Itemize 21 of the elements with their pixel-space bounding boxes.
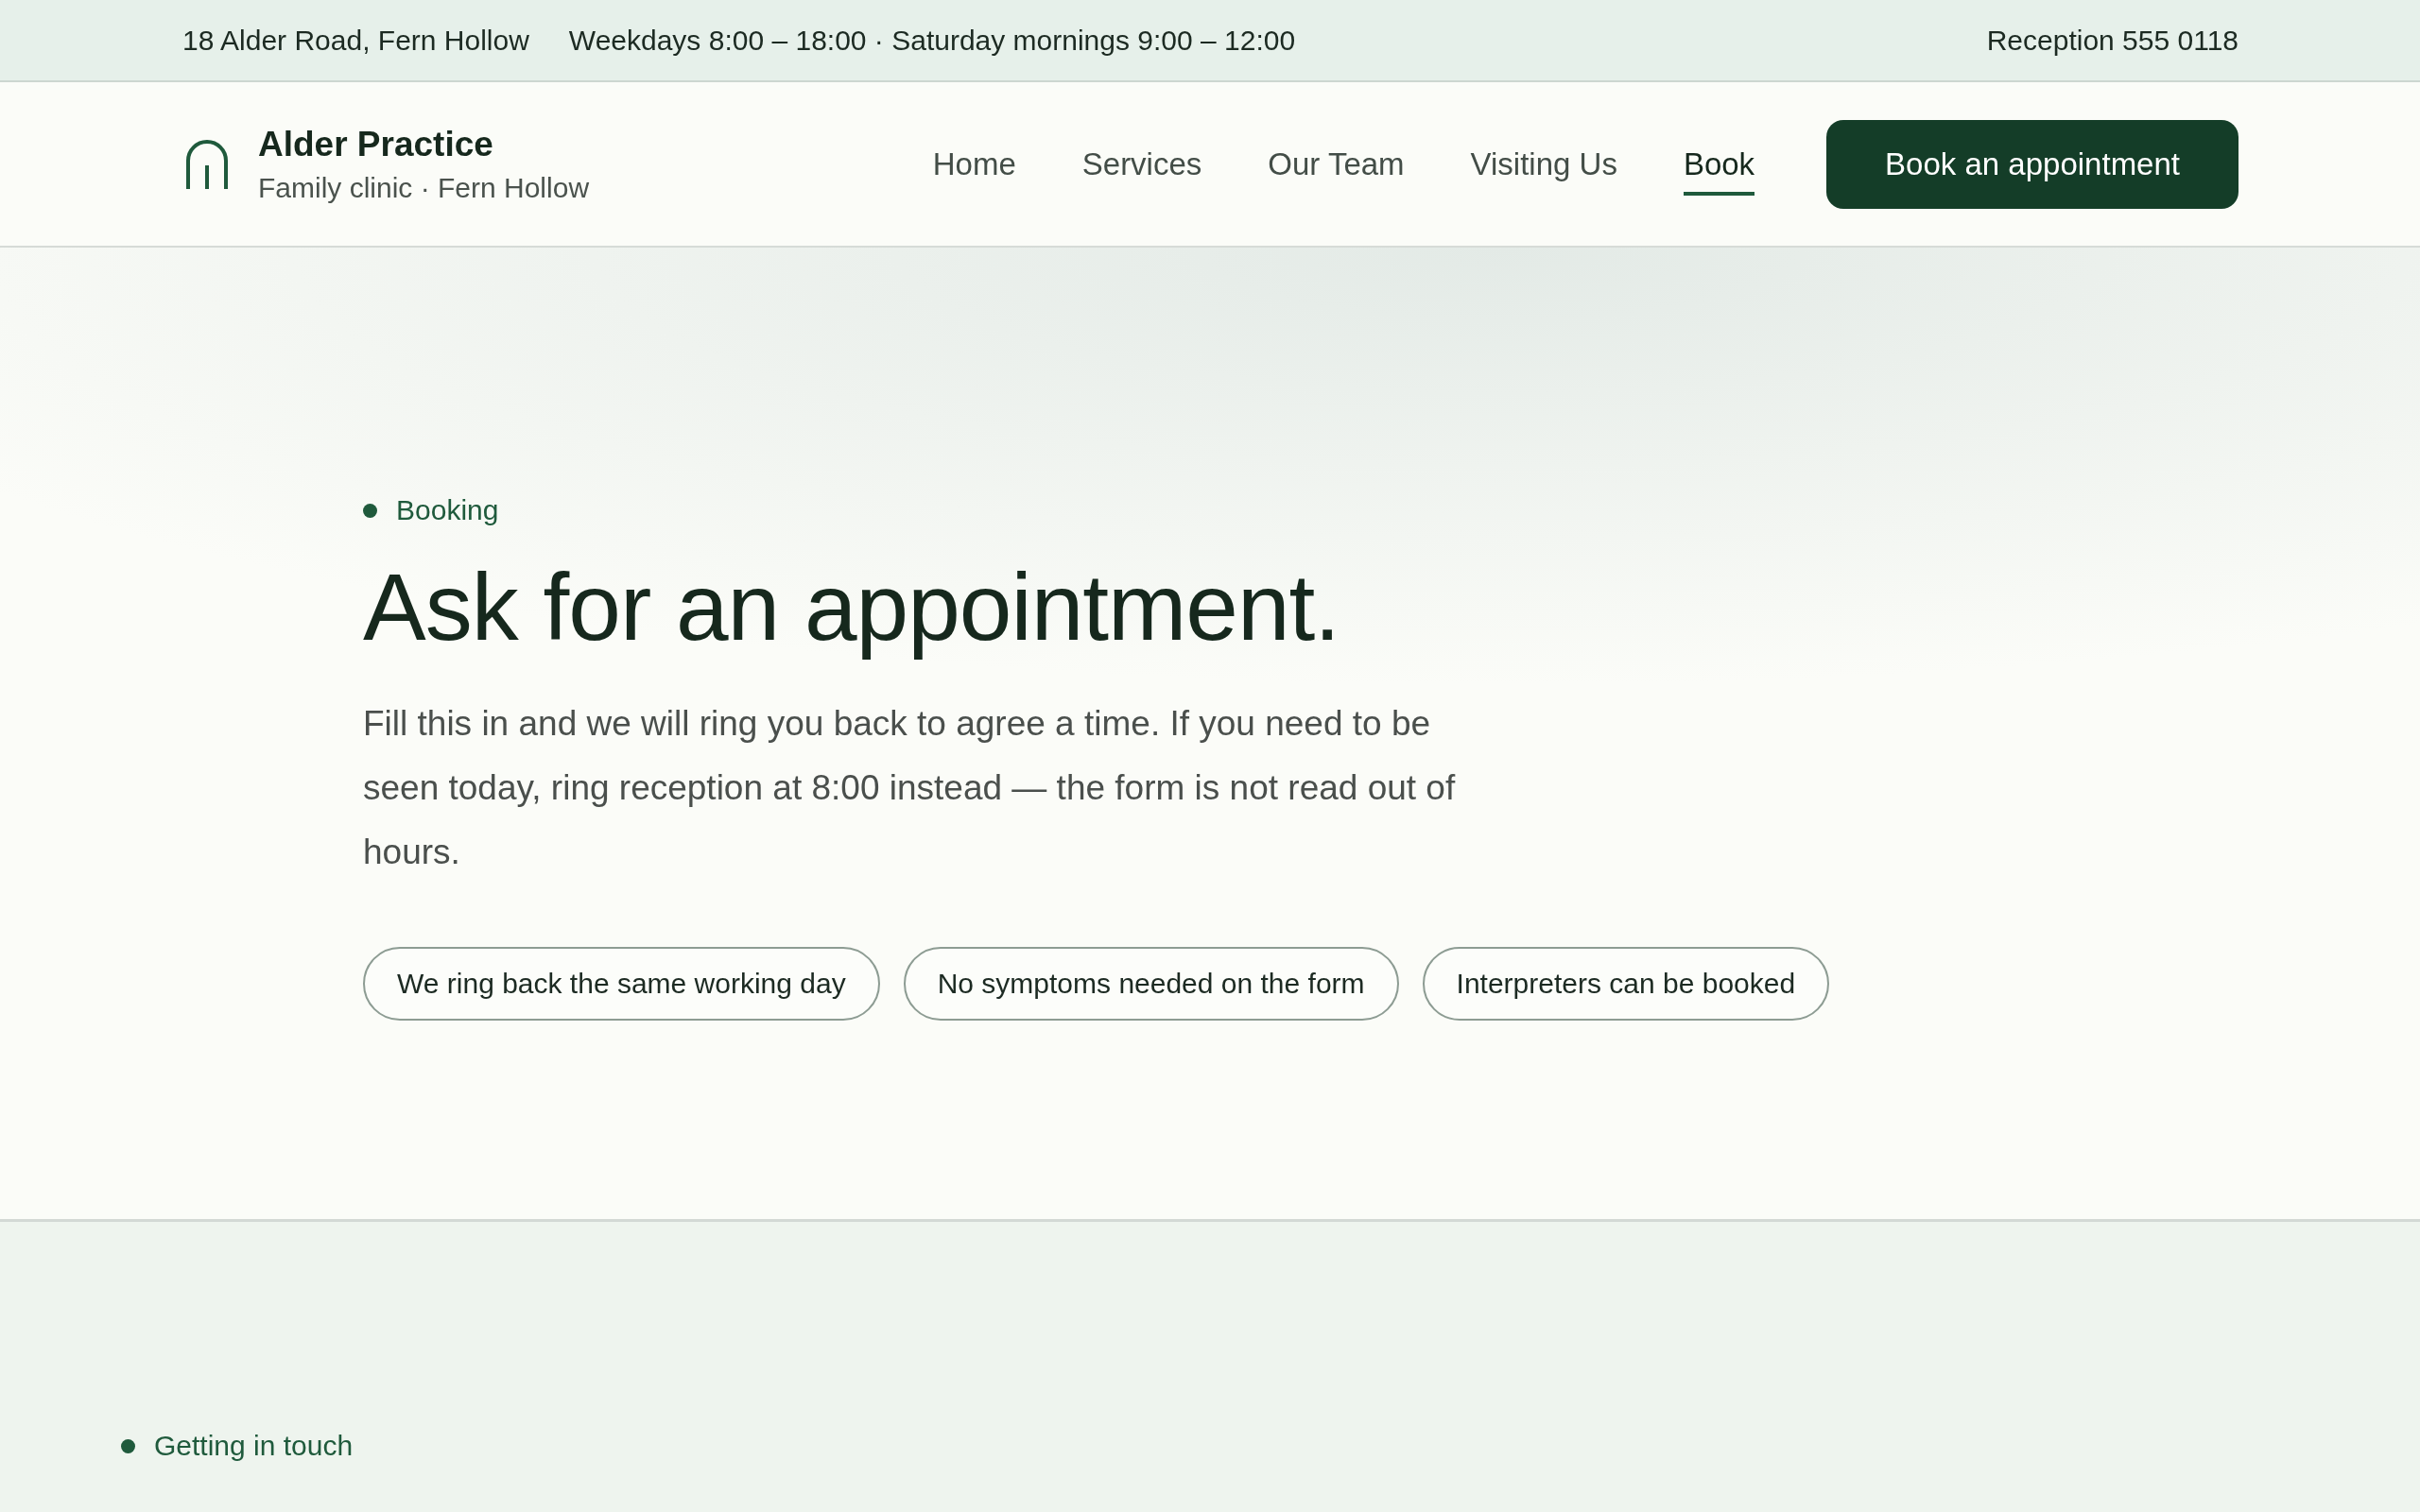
nav-link[interactable]: Visiting Us (1470, 132, 1617, 196)
nav-link[interactable]: Home (932, 132, 1016, 196)
intro-text: Fill this in and we will ring you back to agree a time. If you need to be seen today, ring reception at 8:00 instead — the form is not read out of hours. (363, 703, 1457, 873)
section-label: Getting in touch (154, 1430, 354, 1462)
nav-link[interactable]: Book (1683, 132, 1755, 196)
phone-text: Reception 555 0118 (1986, 24, 2238, 57)
dot-icon (121, 1438, 135, 1453)
brand-name: Alder Practice (258, 124, 494, 164)
address-text: 18 Alder Road, Fern Hollow (182, 24, 529, 57)
feature-tag: We ring back the same working day (363, 947, 880, 1021)
opening-hours-text: Weekdays 8:00 – 18:00 · Saturday mornings 9:00 – 12:00 (568, 24, 1296, 57)
feature-tag: No symptoms needed on the form (903, 947, 1399, 1021)
arch-icon (185, 138, 229, 190)
feature-tag: Interpreters can be booked (1422, 947, 1830, 1021)
nav-link[interactable]: Services (1081, 132, 1202, 196)
nav-link[interactable]: Our Team (1268, 132, 1405, 196)
page-title: Ask for an appointment. (363, 555, 1340, 659)
brand-tagline: Family clinic · Fern Hollow (258, 171, 590, 204)
section-label: Booking (396, 494, 499, 526)
book-appointment-button[interactable]: Book an appointment (1826, 119, 2238, 209)
dot-icon (363, 503, 377, 518)
